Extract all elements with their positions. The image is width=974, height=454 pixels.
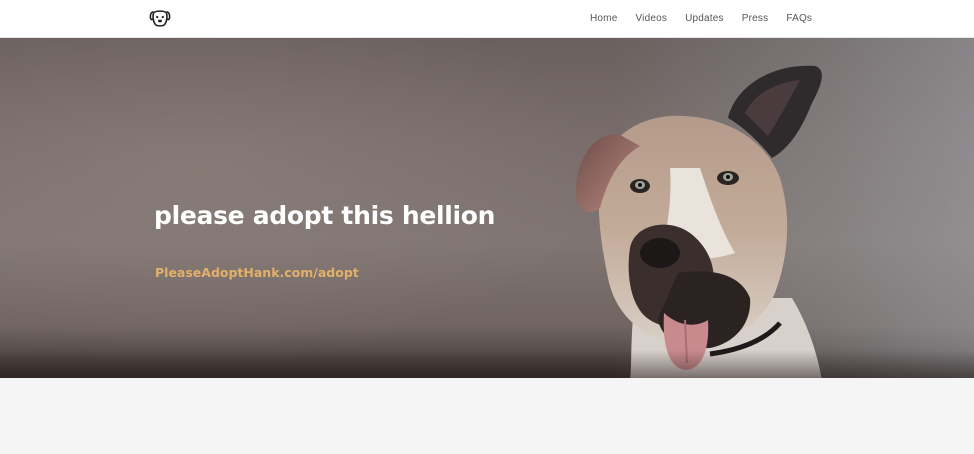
nav-videos-link[interactable]: Videos [635, 13, 667, 24]
nav-faqs-link[interactable]: FAQs [786, 13, 812, 24]
nav-updates-link[interactable]: Updates [685, 13, 724, 24]
dog-photo [575, 65, 822, 378]
hero-title: please adopt this hellion [154, 201, 496, 230]
nav-press-link[interactable]: Press [742, 13, 769, 24]
adopt-link[interactable]: PleaseAdoptHank.com/adopt [155, 265, 359, 280]
nav-home-link[interactable]: Home [590, 13, 617, 24]
hero-banner: please adopt this hellion PleaseAdoptHan… [0, 38, 974, 378]
top-navbar: Home Videos Updates Press FAQs [0, 0, 974, 38]
main-nav: Home Videos Updates Press FAQs [590, 0, 812, 37]
content-area [0, 378, 974, 454]
dog-face-icon[interactable] [149, 8, 171, 28]
